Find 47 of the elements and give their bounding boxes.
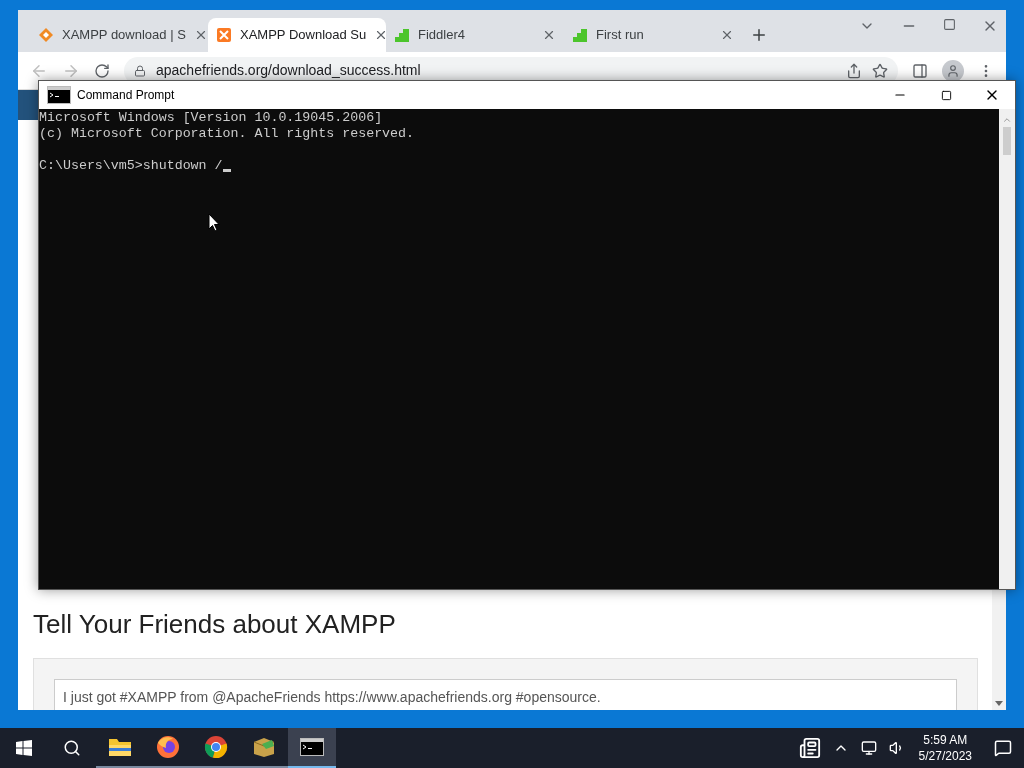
- lock-icon: [134, 64, 146, 77]
- bookmark-icon[interactable]: [872, 62, 888, 79]
- search-icon[interactable]: [63, 739, 81, 757]
- news-icon[interactable]: [798, 737, 821, 759]
- folder-icon: [108, 736, 132, 758]
- profile-avatar[interactable]: [942, 59, 964, 82]
- clock-date: 5/27/2023: [918, 748, 972, 764]
- browser-tab[interactable]: Fiddler4: [386, 18, 564, 52]
- browser-tab[interactable]: XAMPP download | S: [30, 18, 208, 52]
- browser-logo-icon: [204, 735, 228, 759]
- url-text: apachefriends.org/download_success.html: [156, 61, 421, 80]
- tab-title: XAMPP download | S: [62, 26, 186, 45]
- browser-tab[interactable]: First run: [564, 18, 742, 52]
- logo-icon: [216, 27, 232, 43]
- window-title: Command Prompt: [77, 87, 176, 104]
- maximize-icon[interactable]: [940, 89, 952, 101]
- tab-title: First run: [596, 26, 645, 45]
- reload-icon[interactable]: [94, 62, 110, 79]
- clock-time: 5:59 AM: [923, 732, 968, 748]
- scroll-thumb[interactable]: [1003, 127, 1011, 155]
- console-line: Microsoft Windows [Version 10.0.19045.2006]: [39, 110, 383, 126]
- share-text-field[interactable]: I just got #XAMPP from @ApacheFriends https://www.apachefriends.org #opensource.: [54, 679, 957, 710]
- text-cursor: [222, 169, 231, 172]
- fox-globe-icon: [156, 735, 180, 759]
- scroll-down-icon[interactable]: [995, 701, 1003, 706]
- console-line: (c) Microsoft Corporation. All rights reserved.: [39, 126, 415, 142]
- side-panel-icon[interactable]: [912, 62, 928, 79]
- page-heading: Tell Your Friends about XAMPP: [33, 608, 397, 641]
- browser-tab[interactable]: XAMPP Download Su: [208, 18, 386, 52]
- clock[interactable]: 5:59 AM 5/27/2023: [916, 732, 974, 764]
- windows-logo-icon[interactable]: [16, 740, 32, 756]
- stairs-icon: [394, 27, 410, 43]
- console-prompt: C:\Users\vm5>shutdown /: [39, 158, 223, 174]
- diamond-icon: [38, 27, 54, 43]
- package-icon: [252, 736, 276, 758]
- terminal-icon: [300, 738, 324, 756]
- network-icon[interactable]: [860, 740, 877, 756]
- tab-title: XAMPP Download Su: [240, 26, 367, 45]
- new-tab-icon[interactable]: [750, 26, 768, 44]
- stairs-icon: [572, 27, 588, 43]
- taskbar-app[interactable]: [288, 728, 336, 768]
- terminal-icon: [47, 86, 71, 104]
- share-icon[interactable]: [846, 62, 862, 79]
- tab-title: Fiddler4: [418, 26, 466, 45]
- pointer-icon: [208, 213, 220, 232]
- notifications-icon[interactable]: [994, 739, 1012, 757]
- scrollbar[interactable]: [999, 109, 1015, 589]
